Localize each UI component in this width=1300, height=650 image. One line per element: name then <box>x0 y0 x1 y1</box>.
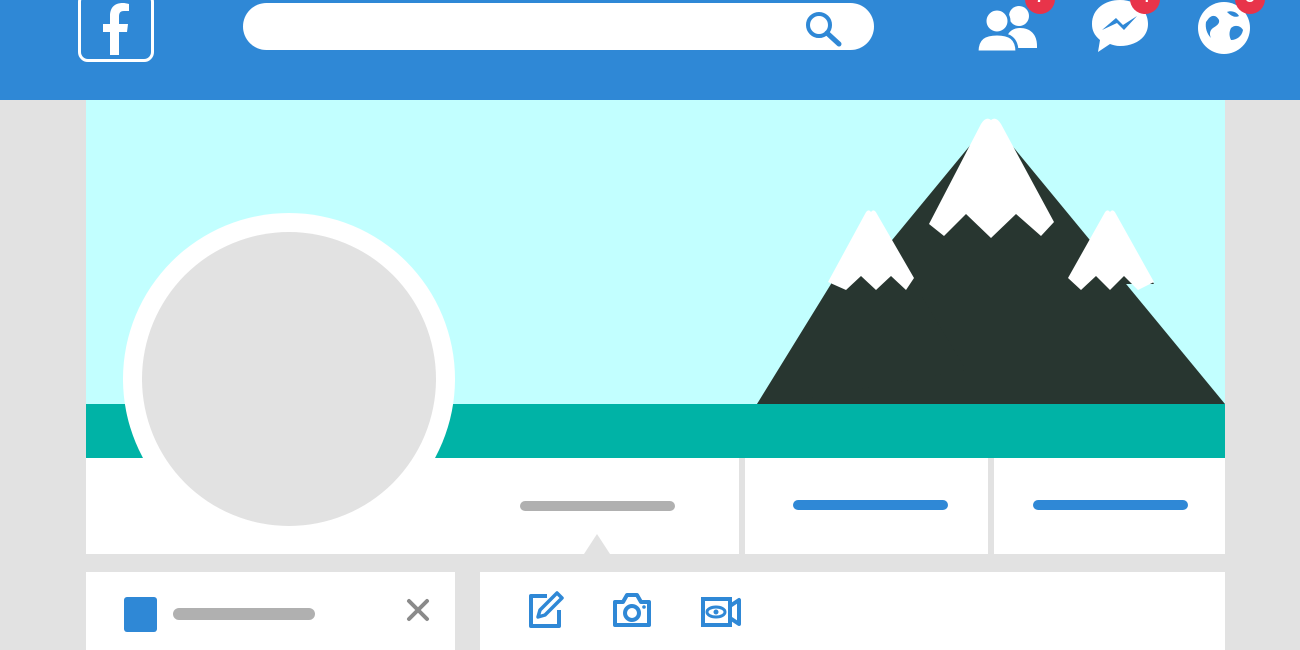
facebook-logo-icon[interactable] <box>78 0 154 62</box>
notifications-nav-button[interactable]: 5 <box>1195 0 1265 56</box>
intro-card <box>86 572 455 650</box>
active-tab-indicator <box>584 534 610 554</box>
search-icon[interactable] <box>804 11 844 47</box>
card-title-placeholder <box>173 608 315 620</box>
post-composer <box>480 572 1225 650</box>
tab-timeline[interactable] <box>520 501 675 511</box>
tab-friends[interactable] <box>1033 500 1188 510</box>
top-navigation-bar: 7 4 5 <box>0 0 1300 100</box>
search-bar[interactable] <box>243 3 874 50</box>
tab-divider <box>988 458 994 554</box>
avatar[interactable] <box>123 213 455 545</box>
tab-divider <box>739 458 745 554</box>
close-icon[interactable] <box>404 596 432 624</box>
messenger-nav-button[interactable]: 4 <box>1090 0 1160 56</box>
tab-about[interactable] <box>793 500 948 510</box>
square-icon <box>124 597 157 632</box>
video-icon[interactable] <box>700 590 742 630</box>
avatar-placeholder <box>142 232 436 526</box>
edit-icon[interactable] <box>525 590 565 630</box>
camera-icon[interactable] <box>611 590 653 630</box>
friends-nav-button[interactable]: 7 <box>975 0 1055 56</box>
